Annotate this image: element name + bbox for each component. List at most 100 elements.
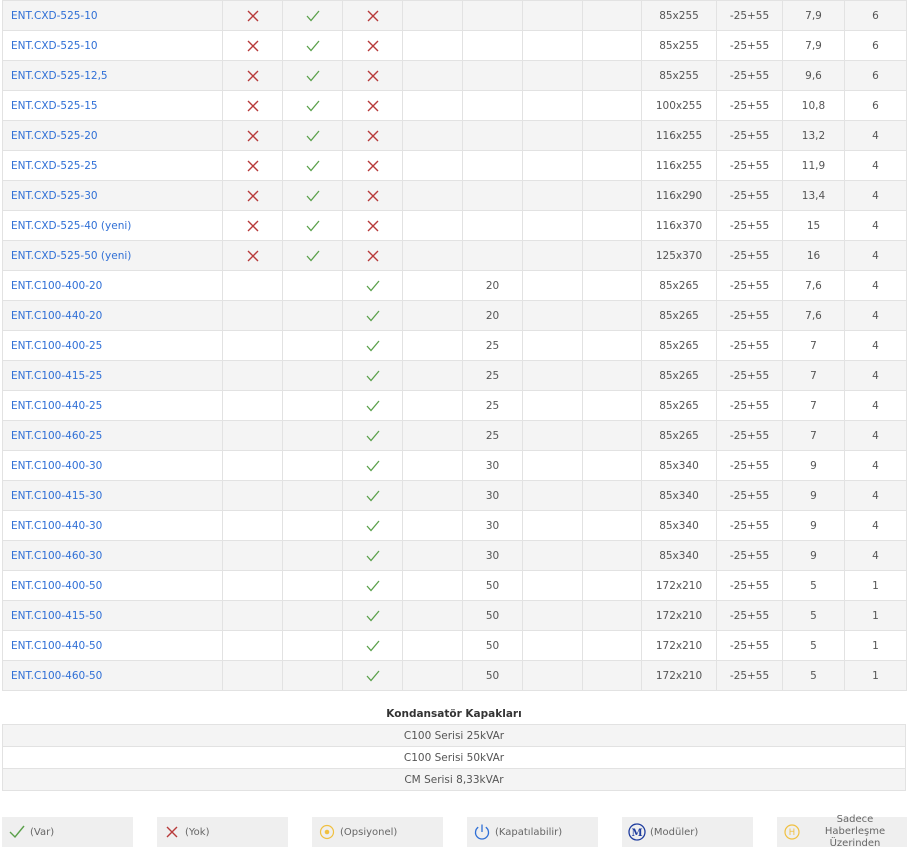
model-link[interactable]: ENT.CXD-525-20 [11,130,98,142]
model-link[interactable]: ENT.CXD-525-40 (yeni) [11,220,131,232]
optional-dot-icon [318,823,336,841]
model-link[interactable]: ENT.C100-440-30 [11,520,102,532]
feature-cell: 50 [462,600,523,631]
feature-cell [582,540,642,571]
feature-cell [342,210,403,241]
feature-cell [402,450,463,481]
check-icon [366,340,380,352]
feature-cell [282,0,343,31]
model-link[interactable]: ENT.C100-460-30 [11,550,102,562]
feature-cell [402,240,463,271]
dim-cell: 172x210 [641,660,717,691]
feature-cell [342,90,403,121]
check-icon [366,310,380,322]
feature-cell [582,90,642,121]
feature-cell [462,150,523,181]
check-icon [366,490,380,502]
model-link[interactable]: ENT.C100-400-25 [11,340,102,352]
model-link[interactable]: ENT.CXD-525-50 (yeni) [11,250,131,262]
model-link[interactable]: ENT.CXD-525-12,5 [11,70,108,82]
feature-cell [582,480,642,511]
model-cell: ENT.C100-400-30 [2,450,223,481]
feature-cell [222,120,283,151]
model-link[interactable]: ENT.C100-415-30 [11,490,102,502]
feature-cell: 30 [462,450,523,481]
model-link[interactable]: ENT.C100-400-30 [11,460,102,472]
feature-cell [522,180,583,211]
feature-cell [522,270,583,301]
feature-cell [582,0,642,31]
legend-var: (Var) [2,817,133,847]
feature-cell [282,240,343,271]
model-link[interactable]: ENT.C100-460-50 [11,670,102,682]
feature-cell [402,360,463,391]
q-cell: 4 [844,120,907,151]
feature-cell: 25 [462,360,523,391]
feature-cell [222,390,283,421]
feature-cell [342,510,403,541]
q-cell: 4 [844,270,907,301]
feature-cell: 20 [462,270,523,301]
model-link[interactable]: ENT.C100-440-25 [11,400,102,412]
cross-icon [366,220,380,232]
temp-cell: -25+55 [716,540,783,571]
legend-label: (Kapatılabilir) [495,826,563,838]
check-icon [366,280,380,292]
feature-cell [522,60,583,91]
feature-cell [222,180,283,211]
table-row: ENT.CXD-525-10 85x255 -25+55 7,9 6 [2,0,907,31]
feature-cell [462,90,523,121]
feature-cell: 25 [462,420,523,451]
feature-cell [342,30,403,61]
dim-cell: 85x265 [641,330,717,361]
q-cell: 6 [844,0,907,31]
feature-cell [222,660,283,691]
model-link[interactable]: ENT.C100-440-20 [11,310,102,322]
feature-cell [582,30,642,61]
feature-cell [282,420,343,451]
feature-cell [522,480,583,511]
cross-icon [366,130,380,142]
model-link[interactable]: ENT.C100-460-25 [11,430,102,442]
model-link[interactable]: ENT.CXD-525-30 [11,190,98,202]
model-link[interactable]: ENT.C100-400-50 [11,580,102,592]
model-link[interactable]: ENT.C100-415-25 [11,370,102,382]
feature-cell [282,480,343,511]
dim-cell: 116x370 [641,210,717,241]
model-link[interactable]: ENT.CXD-525-10 [11,10,98,22]
model-link[interactable]: ENT.C100-440-50 [11,640,102,652]
feature-cell [402,30,463,61]
temp-cell: -25+55 [716,600,783,631]
cross-icon [246,40,260,52]
table-row: ENT.CXD-525-40 (yeni) 116x370 -25+55 15 4 [2,210,907,241]
q-cell: 6 [844,60,907,91]
feature-cell [222,420,283,451]
check-icon [306,190,320,202]
feature-cell [222,270,283,301]
q-cell: 4 [844,480,907,511]
dim-cell: 85x255 [641,30,717,61]
model-link[interactable]: ENT.C100-400-20 [11,280,102,292]
model-cell: ENT.C100-440-20 [2,300,223,331]
q-cell: 1 [844,630,907,661]
modular-glyph: M [631,828,642,839]
feature-cell: 25 [462,330,523,361]
feature-cell [402,300,463,331]
model-cell: ENT.CXD-525-20 [2,120,223,151]
feature-cell [222,570,283,601]
model-link[interactable]: ENT.CXD-525-25 [11,160,98,172]
feature-cell [222,600,283,631]
model-link[interactable]: ENT.C100-415-50 [11,610,102,622]
model-link[interactable]: ENT.CXD-525-10 [11,40,98,52]
model-link[interactable]: ENT.CXD-525-15 [11,100,98,112]
cross-icon [366,40,380,52]
table-row: ENT.C100-400-30 30 85x340 -25+55 9 4 [2,450,907,481]
w-cell: 15 [782,210,845,241]
feature-cell [342,360,403,391]
feature-cell [402,90,463,121]
model-cell: ENT.CXD-525-50 (yeni) [2,240,223,271]
q-cell: 4 [844,450,907,481]
w-cell: 7 [782,330,845,361]
feature-cell [582,630,642,661]
feature-cell [342,540,403,571]
